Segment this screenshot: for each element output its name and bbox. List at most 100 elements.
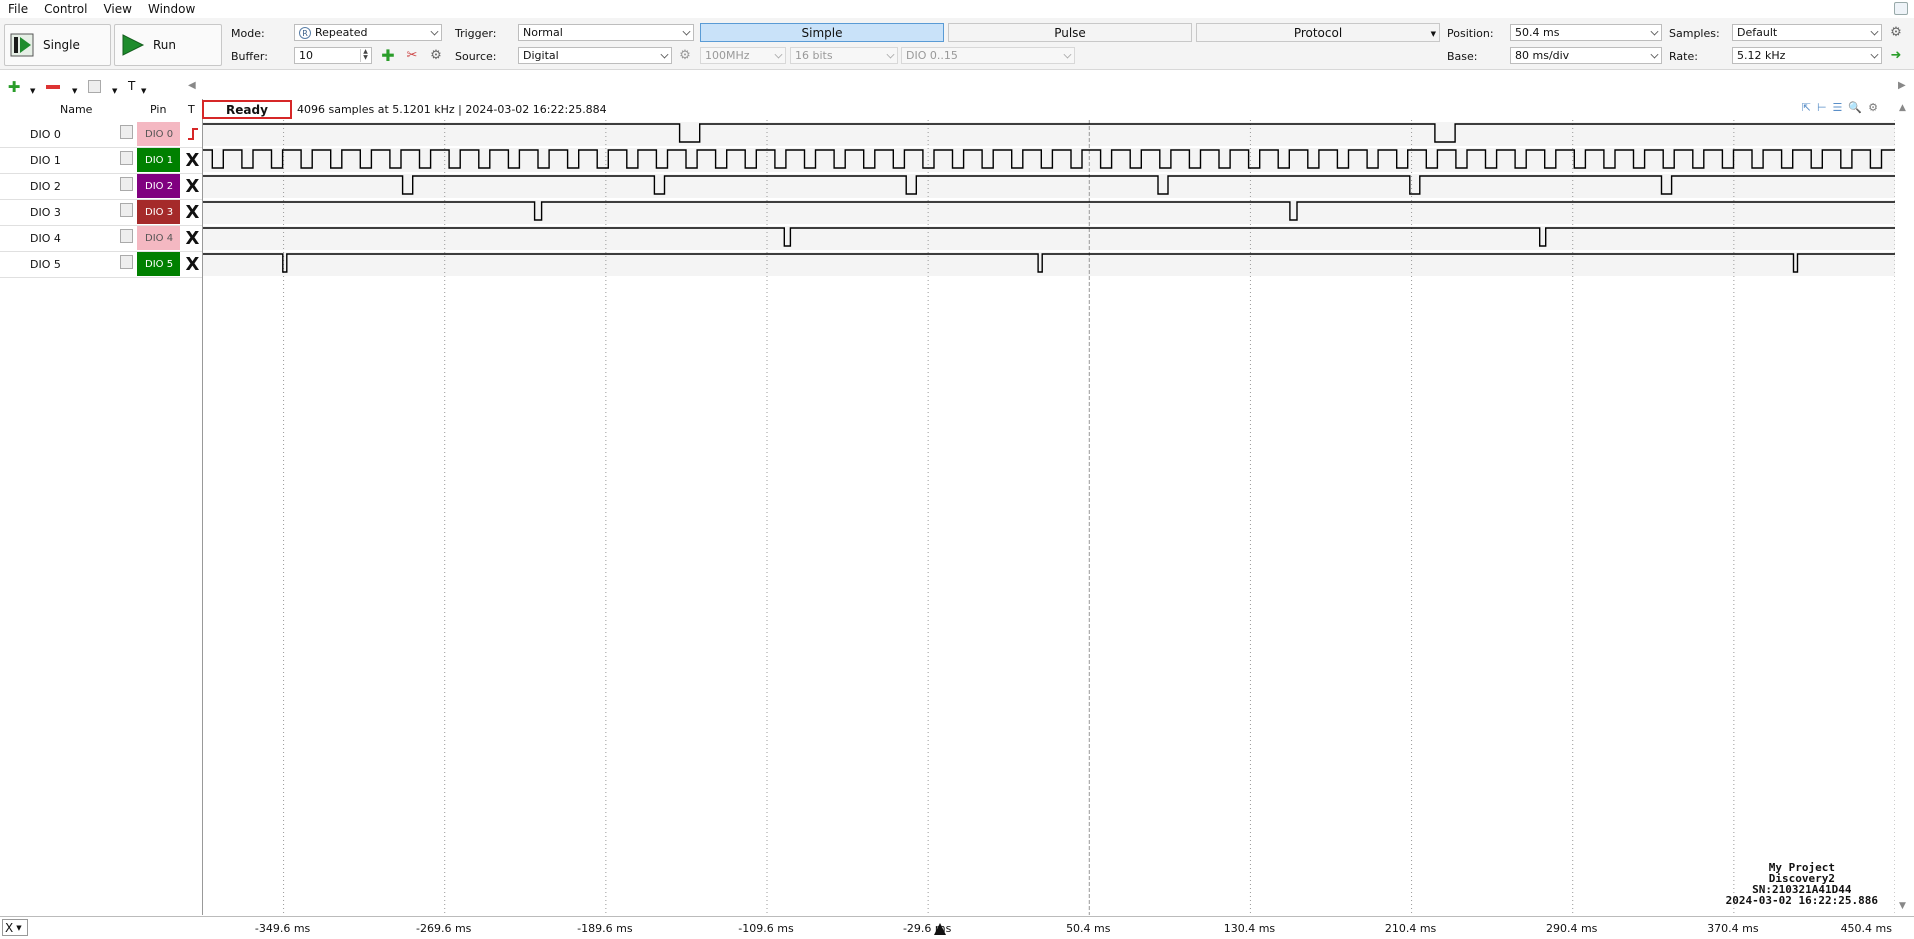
rate-label: Rate: [1669,50,1698,63]
channel-pin[interactable]: DIO 3 [137,200,180,224]
scroll-right-icon[interactable]: ▶ [1898,80,1906,91]
zoom-fit-icon[interactable]: ☰ [1833,101,1843,114]
bits-select: 16 bits [790,47,898,64]
time-tick-label: 50.4 ms [1066,922,1111,935]
menu-view[interactable]: View [95,2,139,16]
chevron-down-icon[interactable]: ▼ [72,87,77,95]
chevron-down-icon[interactable]: ▼ [112,87,117,95]
menu-control[interactable]: Control [36,2,95,16]
time-tick-label: -109.6 ms [738,922,794,935]
source-label: Source: [455,50,497,63]
ready-status-badge: Ready [202,100,292,119]
stepper-arrows-icon[interactable]: ▲ ▼ [360,49,370,62]
vertical-scrollbar[interactable]: ▲ ▼ [1894,99,1914,915]
remove-channel-icon[interactable] [46,85,60,89]
add-icon[interactable]: ✚ [380,46,396,65]
scroll-left-icon[interactable]: ◀ [188,80,196,91]
window-restore-icon[interactable] [1894,2,1908,15]
single-button[interactable]: Single [4,24,111,66]
trace-row-background [203,174,1895,198]
channel-pin[interactable]: DIO 1 [137,148,180,172]
channel-pin[interactable]: DIO 2 [137,174,180,198]
trigger-select[interactable]: Normal [518,24,694,41]
tab-pulse[interactable]: Pulse [948,23,1192,42]
menu-file[interactable]: File [0,2,36,16]
channel-name[interactable]: DIO 1 [30,154,61,167]
channel-row[interactable]: DIO 1 DIO 1X [0,148,202,174]
dont-care-trigger-icon[interactable]: X [183,174,202,198]
channel-type-icon[interactable] [120,255,133,269]
settings-gear-icon[interactable]: ⚙ [1888,24,1904,40]
source-gear-icon[interactable]: ⚙ [677,47,693,63]
rate-select[interactable]: 5.12 kHz [1732,47,1882,64]
base-select[interactable]: 80 ms/div [1510,47,1662,64]
channel-type-icon[interactable] [120,203,133,217]
channel-name[interactable]: DIO 5 [30,258,61,271]
tab-simple[interactable]: Simple [700,23,944,42]
trace-row-background [203,200,1895,224]
waveform-canvas[interactable] [203,99,1896,915]
source-select[interactable]: Digital [518,47,672,64]
dont-care-trigger-icon[interactable]: X [183,200,202,224]
cursor-mode-select[interactable]: X ▼ [2,919,28,936]
scroll-down-icon[interactable]: ▼ [1899,901,1906,911]
cursor-icon[interactable]: ⇱ [1802,101,1811,114]
chevron-down-icon [660,50,669,59]
channel-name[interactable]: DIO 2 [30,180,61,193]
chevron-down-icon[interactable]: ▼ [30,87,35,95]
chevron-down-icon [1063,50,1072,59]
channel-name[interactable]: DIO 3 [30,206,61,219]
scroll-up-icon[interactable]: ▲ [1899,103,1906,113]
rising-edge-trigger-icon[interactable] [183,122,202,146]
channel-row[interactable]: DIO 2 DIO 2X [0,174,202,200]
repeated-mode-icon: R [299,26,311,39]
time-tick-label: -349.6 ms [254,922,311,935]
scissors-icon[interactable]: ✂ [404,47,420,63]
channel-row[interactable]: DIO 3 DIO 3X [0,200,202,226]
channel-pin[interactable]: DIO 5 [137,252,180,276]
bits-value: 16 bits [795,49,833,62]
dont-care-trigger-icon[interactable]: X [183,148,202,172]
trigger-position-marker-icon[interactable] [932,921,948,937]
channel-pin[interactable]: DIO 4 [137,226,180,250]
run-button[interactable]: Run [114,24,222,66]
channel-name[interactable]: DIO 0 [30,128,61,141]
channel-row[interactable]: DIO 4 DIO 4X [0,226,202,252]
zoom-left-icon[interactable]: ⊢ [1817,101,1827,114]
channel-type-icon[interactable] [120,151,133,165]
channel-name[interactable]: DIO 4 [30,232,61,245]
channel-row[interactable]: DIO 5 DIO 5X [0,252,202,278]
trace-row-background [203,252,1895,276]
waveform-plot[interactable] [202,99,1896,915]
chevron-down-icon [430,27,439,36]
text-tool-icon[interactable]: T [128,79,135,93]
rate-value: 5.12 kHz [1737,49,1786,62]
channel-type-icon[interactable] [120,177,133,191]
add-channel-icon[interactable]: ✚ [6,78,22,96]
channel-pin[interactable]: DIO 0 [137,122,180,146]
samples-select[interactable]: Default [1732,24,1882,41]
buffer-stepper[interactable]: 10 ▲ ▼ [294,47,372,64]
channel-type-icon[interactable] [120,229,133,243]
cursor-mode-value: X [5,920,14,935]
acquisition-status-bar: Ready 4096 samples at 5.1201 kHz | 2024-… [202,99,1894,120]
gear-icon[interactable]: ⚙ [428,47,444,63]
chevron-down-icon[interactable]: ▼ [141,87,146,95]
apply-arrow-icon[interactable]: ➜ [1888,47,1904,63]
dont-care-trigger-icon[interactable]: X [183,226,202,250]
base-value: 80 ms/div [1515,49,1570,62]
position-value: 50.4 ms [1515,26,1560,39]
channel-row[interactable]: DIO 0 DIO 0 [0,122,202,148]
magnifier-icon[interactable]: 🔍 [1848,101,1862,114]
tab-protocol[interactable]: Protocol ▼ [1196,23,1440,42]
samples-value: Default [1737,26,1778,39]
dont-care-trigger-icon[interactable]: X [183,252,202,276]
zoom-settings-icon[interactable]: ⚙ [1868,101,1878,114]
channel-type-icon[interactable] [88,80,101,93]
time-tick-label: 210.4 ms [1384,922,1437,935]
position-select[interactable]: 50.4 ms [1510,24,1662,41]
buffer-label: Buffer: [231,50,268,63]
mode-select[interactable]: R Repeated [294,24,442,41]
menu-window[interactable]: Window [140,2,203,16]
channel-type-icon[interactable] [120,125,133,139]
